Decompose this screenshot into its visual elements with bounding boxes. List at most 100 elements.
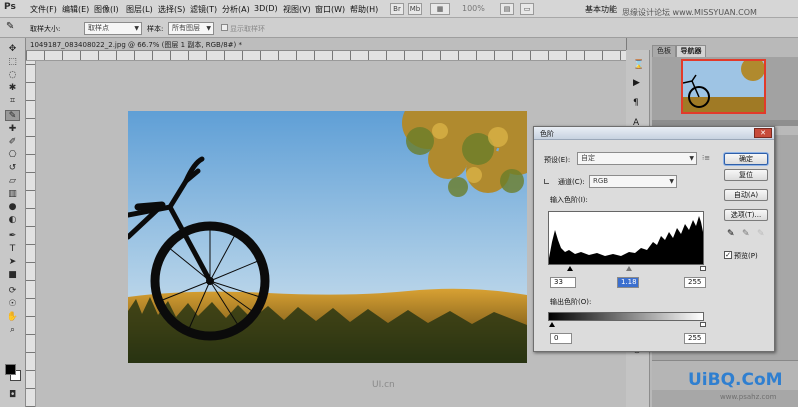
preset-select[interactable]: 自定 ▼ — [577, 152, 697, 165]
screen-mode-icon[interactable]: ▭ — [520, 3, 534, 15]
foreground-color-swatch[interactable] — [5, 364, 16, 375]
show-ring-checkbox[interactable] — [221, 24, 228, 31]
zoom-level[interactable]: 100% — [462, 4, 485, 13]
menu-analysis[interactable]: 分析(A) — [222, 4, 250, 15]
preset-value: 自定 — [581, 154, 595, 162]
chevron-down-icon: ▼ — [134, 25, 139, 32]
black-eyedropper-icon[interactable]: ✎ — [727, 229, 735, 239]
bridge-icon[interactable]: Br — [390, 3, 404, 15]
reset-button[interactable]: 复位 — [724, 169, 768, 181]
blur-tool-icon[interactable]: ● — [5, 202, 20, 213]
gradient-tool-icon[interactable]: ▥ — [5, 189, 20, 200]
preset-menu-icon[interactable]: ⁝≡ — [702, 154, 710, 162]
marquee-tool-icon[interactable]: ⬚ — [5, 57, 20, 68]
arrange-icon[interactable]: ▤ — [500, 3, 514, 15]
menu-filter[interactable]: 滤镜(T) — [190, 4, 217, 15]
paragraph-panel-icon[interactable]: ¶ — [633, 98, 639, 108]
eraser-tool-icon[interactable]: ▱ — [5, 176, 20, 187]
crop-tool-icon[interactable]: ⌗ — [5, 96, 20, 107]
menu-window[interactable]: 窗口(W) — [315, 4, 345, 15]
document-tab[interactable]: 1049187_083408022_2.jpg @ 66.7% (图层 1 副本… — [30, 40, 242, 50]
quick-mask-icon[interactable]: ◘ — [5, 390, 20, 401]
output-white-slider[interactable] — [700, 322, 706, 327]
vertical-ruler — [26, 61, 36, 407]
sample-layers-value: 所有图层 — [172, 24, 200, 32]
menu-edit[interactable]: 编辑(E) — [62, 4, 89, 15]
document-image[interactable] — [128, 111, 527, 363]
gray-eyedropper-icon[interactable]: ✎ — [742, 229, 750, 239]
history-panel-icon[interactable]: ⌛ — [633, 60, 644, 70]
uicn-watermark: UI.cn — [372, 380, 395, 390]
sample-layers-select[interactable]: 所有图层 ▼ — [168, 22, 214, 35]
quick-select-icon[interactable]: ✱ — [5, 83, 20, 94]
dodge-tool-icon[interactable]: ◐ — [5, 215, 20, 226]
bicycle-photo — [128, 111, 527, 363]
histogram — [548, 211, 704, 265]
ok-button[interactable]: 确定 — [724, 153, 768, 165]
tab-navigator[interactable]: 导航器 — [676, 45, 706, 57]
output-white-field[interactable]: 255 — [684, 333, 706, 344]
minibridge-icon[interactable]: Mb — [408, 3, 422, 15]
menu-file[interactable]: 文件(F) — [30, 4, 57, 15]
channel-group-corner — [544, 179, 549, 184]
channel-label: 通道(C): — [558, 178, 585, 186]
actions-panel-icon[interactable]: ▶ — [633, 78, 640, 88]
horizontal-ruler — [26, 51, 626, 61]
eyedropper-icon[interactable]: ✎ — [6, 21, 14, 32]
sample-size-select[interactable]: 取样点 ▼ — [84, 22, 142, 35]
sample-label: 样本: — [147, 25, 164, 33]
navigator-preview — [683, 61, 764, 112]
workspace-switcher[interactable]: 基本功能 — [585, 4, 617, 15]
channel-select[interactable]: RGB ▼ — [589, 175, 677, 188]
shape-tool-icon[interactable]: ■ — [5, 270, 20, 281]
brush-tool-icon[interactable]: ✐ — [5, 137, 20, 148]
type-tool-icon[interactable]: T — [5, 244, 20, 255]
auto-button[interactable]: 自动(A) — [724, 189, 768, 201]
preview-label: 预览(P) — [734, 252, 758, 260]
hand-tool-icon[interactable]: ✋ — [5, 312, 20, 323]
output-black-slider[interactable] — [549, 322, 555, 327]
zoom-tool-icon[interactable]: ⌕ — [5, 325, 20, 336]
white-eyedropper-icon[interactable]: ✎ — [757, 229, 765, 239]
preview-checkbox[interactable]: ✓ — [724, 251, 732, 259]
menu-layer[interactable]: 图层(L) — [126, 4, 153, 15]
3d-rotate-icon[interactable]: ⟳ — [5, 286, 20, 297]
show-ring-label: 显示取样环 — [230, 25, 265, 33]
menu-image[interactable]: 图像(I) — [94, 4, 119, 15]
brand-watermark: UiBQ.CoM — [688, 370, 783, 390]
sample-size-label: 取样大小: — [30, 25, 61, 33]
pen-tool-icon[interactable]: ✒ — [5, 231, 20, 242]
output-black-field[interactable]: 0 — [550, 333, 572, 344]
input-white-slider[interactable] — [700, 266, 706, 271]
lasso-tool-icon[interactable]: ◌ — [5, 70, 20, 81]
levels-dialog: 色阶 ✕ 预设(E): 自定 ▼ ⁝≡ 通道(C): RGB ▼ 输入色阶(I): … — [533, 126, 775, 352]
input-gamma-field[interactable]: 1.18 — [617, 277, 639, 288]
history-brush-icon[interactable]: ↺ — [5, 163, 20, 174]
path-select-icon[interactable]: ➤ — [5, 257, 20, 268]
input-white-field[interactable]: 255 — [684, 277, 706, 288]
3d-orbit-icon[interactable]: ☉ — [5, 299, 20, 310]
extras-icon[interactable]: ▦ — [430, 3, 450, 15]
menu-help[interactable]: 帮助(H) — [350, 4, 378, 15]
input-black-field[interactable]: 33 — [550, 277, 576, 288]
navigator-thumbnail[interactable] — [681, 59, 766, 114]
input-levels-label: 输入色阶(I): — [550, 196, 588, 204]
preset-label: 预设(E): — [544, 156, 571, 164]
menu-3d[interactable]: 3D(D) — [254, 4, 278, 13]
clone-stamp-icon[interactable]: ⎔ — [5, 150, 20, 161]
menu-select[interactable]: 选择(S) — [158, 4, 185, 15]
menu-view[interactable]: 视图(V) — [283, 4, 311, 15]
site-watermark: www.psahz.com — [720, 393, 777, 401]
output-levels-label: 输出色阶(O): — [550, 298, 592, 306]
close-icon[interactable]: ✕ — [754, 128, 772, 138]
input-black-slider[interactable] — [567, 266, 573, 271]
eyedropper-tool-icon[interactable]: ✎ — [5, 110, 20, 121]
input-gamma-slider[interactable] — [626, 266, 632, 271]
options-button[interactable]: 选项(T)... — [724, 209, 768, 221]
channel-value: RGB — [593, 177, 609, 185]
tab-swatches[interactable]: 色板 — [652, 45, 676, 57]
histogram-graph — [549, 216, 703, 264]
move-tool-icon[interactable]: ✥ — [5, 44, 20, 55]
dialog-titlebar[interactable] — [534, 127, 774, 140]
healing-brush-icon[interactable]: ✚ — [5, 124, 20, 135]
